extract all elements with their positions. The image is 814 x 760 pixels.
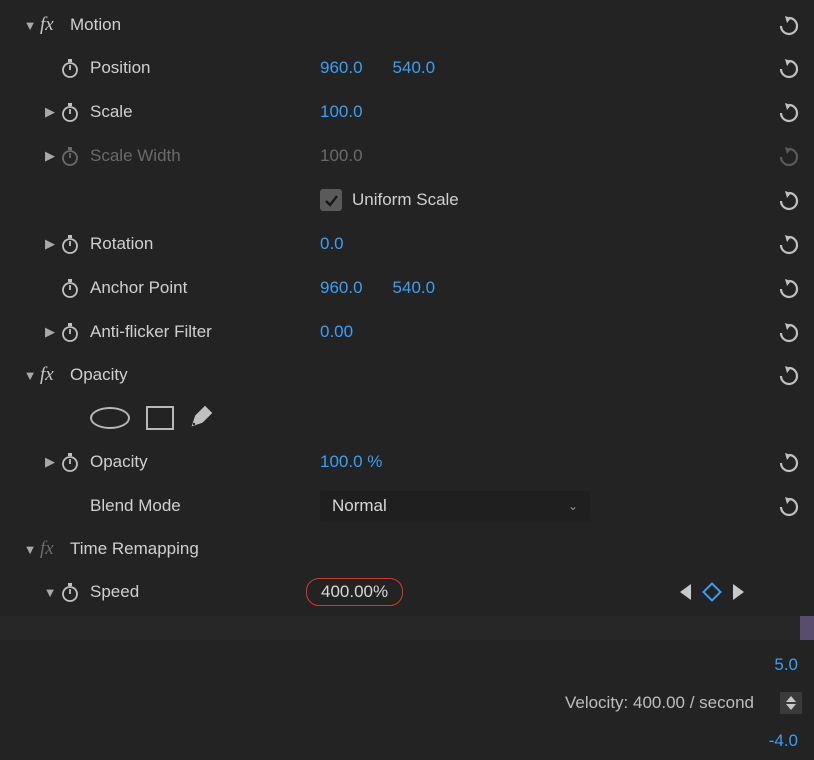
motion-label: Motion [70, 15, 330, 35]
fx-icon[interactable]: fx [40, 538, 70, 560]
next-keyframe-button[interactable] [733, 584, 744, 600]
position-row: Position 960.0 540.0 [0, 46, 814, 90]
chevron-down-icon: ▼ [20, 542, 40, 557]
velocity-label: Velocity: 400.00 / second [565, 693, 754, 713]
stopwatch-icon[interactable] [60, 234, 90, 254]
time-remapping-title: Time Remapping [70, 539, 330, 559]
uniform-scale-label: Uniform Scale [352, 190, 459, 210]
speed-track[interactable] [0, 616, 814, 640]
reset-button[interactable] [774, 57, 804, 79]
track-highlight [800, 616, 814, 640]
scale-width-row: ▶ Scale Width 100.0 [0, 134, 814, 178]
chevron-down-icon: ⌄ [568, 499, 578, 513]
anti-flicker-label: Anti-flicker Filter [90, 322, 320, 342]
reset-button[interactable] [774, 364, 804, 386]
stopwatch-icon[interactable] [60, 582, 90, 602]
speed-label: Speed [90, 582, 320, 602]
rotation-row: ▶ Rotation 0.0 [0, 222, 814, 266]
opacity-title: Opacity [70, 365, 330, 385]
chevron-down-icon[interactable]: ▼ [40, 585, 60, 600]
reset-button[interactable] [774, 451, 804, 473]
rotation-value[interactable]: 0.0 [320, 234, 344, 254]
position-label: Position [90, 58, 320, 78]
time-remapping-section-header[interactable]: ▼ fx Time Remapping [0, 528, 814, 570]
scale-width-value: 100.0 [320, 146, 363, 166]
velocity-row: Velocity: 400.00 / second [0, 684, 814, 722]
chevron-right-icon[interactable]: ▶ [40, 454, 60, 470]
upper-bound-value[interactable]: 5.0 [774, 655, 798, 675]
prev-keyframe-button[interactable] [680, 584, 691, 600]
chevron-down-icon: ▼ [20, 18, 40, 33]
stopwatch-icon[interactable] [60, 322, 90, 342]
reset-button[interactable] [774, 321, 804, 343]
reset-button[interactable] [774, 189, 804, 211]
rectangle-mask-tool[interactable] [146, 406, 174, 430]
stopwatch-icon [60, 146, 90, 166]
scale-label: Scale [90, 102, 320, 122]
anchor-x-value[interactable]: 960.0 [320, 278, 363, 298]
anti-flicker-row: ▶ Anti-flicker Filter 0.00 [0, 310, 814, 354]
blend-mode-label: Blend Mode [90, 496, 320, 516]
opacity-section-header[interactable]: ▼ fx Opacity [0, 354, 814, 396]
chevron-right-icon[interactable]: ▶ [40, 148, 60, 164]
stopwatch-icon[interactable] [60, 278, 90, 298]
position-y-value[interactable]: 540.0 [393, 58, 436, 78]
blend-mode-value: Normal [332, 496, 387, 516]
scale-row: ▶ Scale 100.0 [0, 90, 814, 134]
opacity-row: ▶ Opacity 100.0 % [0, 440, 814, 484]
chevron-right-icon[interactable]: ▶ [40, 324, 60, 340]
stopwatch-icon[interactable] [60, 58, 90, 78]
opacity-value[interactable]: 100.0 % [320, 452, 382, 472]
blend-mode-dropdown[interactable]: Normal ⌄ [320, 491, 590, 521]
stopwatch-icon[interactable] [60, 452, 90, 472]
ellipse-mask-tool[interactable] [90, 407, 130, 429]
stopwatch-icon[interactable] [60, 102, 90, 122]
reset-button[interactable] [774, 233, 804, 255]
chevron-right-icon[interactable]: ▶ [40, 104, 60, 120]
blend-mode-row: Blend Mode Normal ⌄ [0, 484, 814, 528]
fx-icon[interactable]: fx [40, 14, 70, 36]
fx-icon[interactable]: fx [40, 364, 70, 386]
uniform-scale-row: Uniform Scale [0, 178, 814, 222]
pen-mask-tool[interactable] [190, 404, 214, 433]
position-x-value[interactable]: 960.0 [320, 58, 363, 78]
opacity-label: Opacity [90, 452, 320, 472]
anchor-y-value[interactable]: 540.0 [393, 278, 436, 298]
speed-row: ▼ Speed 400.00% [0, 570, 814, 614]
anchor-point-label: Anchor Point [90, 278, 320, 298]
anchor-point-row: Anchor Point 960.0 540.0 [0, 266, 814, 310]
mask-tools-row [0, 396, 814, 440]
reset-button[interactable] [774, 101, 804, 123]
upper-bound-row: 5.0 [0, 646, 814, 684]
chevron-right-icon[interactable]: ▶ [40, 236, 60, 252]
reset-button [774, 145, 804, 167]
scale-width-label: Scale Width [90, 146, 320, 166]
anti-flicker-value[interactable]: 0.00 [320, 322, 353, 342]
sort-toggle-icon[interactable] [780, 692, 802, 714]
speed-value[interactable]: 400.00% [306, 578, 403, 606]
reset-button[interactable] [774, 495, 804, 517]
add-keyframe-button[interactable] [702, 582, 722, 602]
reset-button[interactable] [774, 277, 804, 299]
motion-section-header[interactable]: ▼ fx Motion [0, 4, 814, 46]
rotation-label: Rotation [90, 234, 320, 254]
reset-button[interactable] [774, 14, 804, 36]
lower-bound-value[interactable]: -4.0 [769, 731, 798, 751]
scale-value[interactable]: 100.0 [320, 102, 363, 122]
uniform-scale-checkbox[interactable] [320, 189, 342, 211]
chevron-down-icon: ▼ [20, 368, 40, 383]
